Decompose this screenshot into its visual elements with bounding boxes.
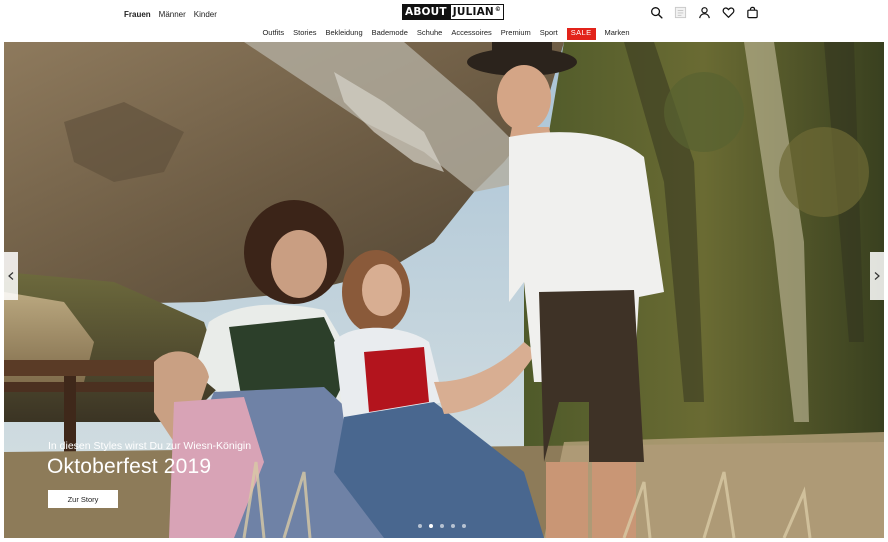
- gender-tabs: Frauen Männer Kinder: [124, 10, 217, 19]
- logo-mark: ©: [494, 5, 502, 13]
- nav-sale[interactable]: SALE: [566, 28, 596, 40]
- tab-frauen[interactable]: Frauen: [124, 10, 151, 19]
- slide-dot-2[interactable]: [429, 524, 433, 528]
- chevron-left-icon: [8, 272, 14, 280]
- slide-dot-3[interactable]: [440, 524, 444, 528]
- logo-about: ABOUT: [402, 4, 450, 20]
- nav-outfits[interactable]: Outfits: [262, 28, 284, 40]
- account-icon[interactable]: [698, 6, 711, 19]
- wishlist-heart-icon[interactable]: [722, 6, 735, 19]
- nav-premium[interactable]: Premium: [501, 28, 531, 40]
- shopping-bag-icon[interactable]: [746, 6, 759, 19]
- header-icons: [650, 6, 759, 19]
- nav-marken[interactable]: Marken: [605, 28, 630, 40]
- brand-logo[interactable]: ABOUT JULIAN ©: [402, 4, 505, 20]
- search-icon[interactable]: [650, 6, 663, 19]
- main-navigation: Outfits Stories Bekleidung Bademode Schu…: [0, 28, 888, 40]
- slide-indicators: [418, 524, 466, 528]
- hero-prev-button[interactable]: [4, 252, 18, 300]
- slide-dot-4[interactable]: [451, 524, 455, 528]
- hero-cta-button[interactable]: Zur Story: [48, 490, 118, 508]
- nav-schuhe[interactable]: Schuhe: [417, 28, 442, 40]
- tab-kinder[interactable]: Kinder: [194, 10, 217, 19]
- slide-dot-5[interactable]: [462, 524, 466, 528]
- nav-bekleidung[interactable]: Bekleidung: [326, 28, 363, 40]
- slide-dot-1[interactable]: [418, 524, 422, 528]
- nav-accessoires[interactable]: Accessoires: [451, 28, 491, 40]
- logo-julian: JULIAN ©: [449, 4, 505, 20]
- profile-card-icon[interactable]: [674, 6, 687, 19]
- nav-sport[interactable]: Sport: [540, 28, 558, 40]
- hero-title: Oktoberfest 2019: [47, 455, 212, 478]
- hero-banner[interactable]: In diesen Styles wirst Du zur Wiesn-Köni…: [4, 42, 884, 538]
- nav-bademode[interactable]: Bademode: [372, 28, 408, 40]
- top-bar: Frauen Männer Kinder ABOUT JULIAN ©: [0, 0, 888, 28]
- nav-stories[interactable]: Stories: [293, 28, 316, 40]
- tab-maenner[interactable]: Männer: [159, 10, 186, 19]
- hero-next-button[interactable]: [870, 252, 884, 300]
- hero-subtitle: In diesen Styles wirst Du zur Wiesn-Köni…: [48, 440, 252, 452]
- chevron-right-icon: [874, 272, 880, 280]
- logo-julian-text: JULIAN: [452, 6, 494, 18]
